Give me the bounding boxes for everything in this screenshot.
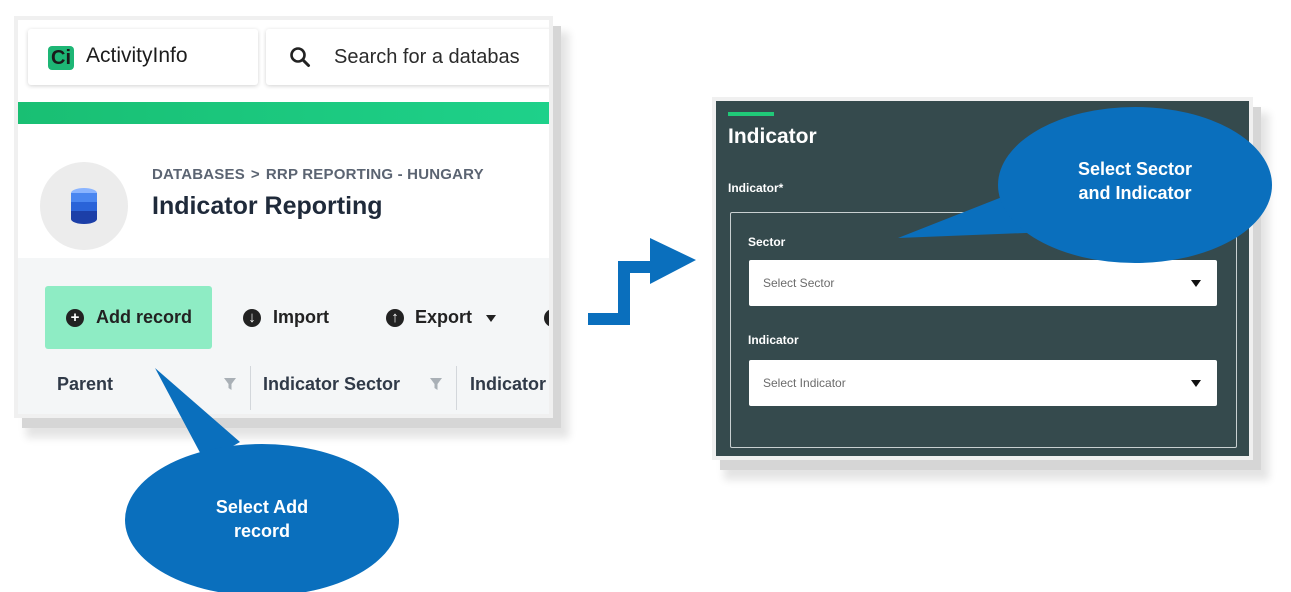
export-icon: ↑ [386, 309, 404, 327]
section-accent [728, 112, 774, 116]
sector-callout: Select Sector and Indicator [1045, 157, 1225, 205]
indicator-select-placeholder: Select Indicator [763, 376, 846, 390]
header-divider [18, 102, 549, 124]
plus-circle-icon: + [66, 309, 84, 327]
breadcrumb-database[interactable]: RRP REPORTING - HUNGARY [266, 166, 484, 183]
column-header-parent[interactable]: Parent [57, 374, 113, 395]
breadcrumb-separator: > [250, 166, 260, 183]
top-bar: Ci ActivityInfo Search for a databas [18, 20, 549, 102]
import-icon: ↓ [243, 309, 261, 327]
import-label: Import [273, 307, 329, 327]
filter-icon[interactable] [224, 378, 236, 390]
sector-select-placeholder: Select Sector [763, 276, 835, 290]
database-icon [71, 188, 97, 224]
page-title: Indicator Reporting [152, 192, 383, 220]
indicator-field-label: Indicator* [728, 181, 784, 195]
callout-line: record [233, 521, 291, 541]
dropdown-caret-icon [1191, 280, 1201, 287]
grid-header: Parent Indicator Sector Indicator [18, 358, 549, 414]
database-avatar [40, 162, 128, 250]
dropdown-caret-icon [1191, 380, 1201, 387]
breadcrumb-databases[interactable]: DATABASES [152, 166, 245, 183]
app-name: ActivityInfo [86, 44, 188, 67]
add-record-button[interactable]: + Add record [45, 286, 212, 349]
indicator-label: Indicator [748, 333, 799, 347]
search-input[interactable]: Search for a databas [266, 29, 549, 85]
sector-select[interactable]: Select Sector [749, 260, 1217, 306]
toolbar: + Add record ↓ Import ↑ Export Parent In… [18, 258, 549, 414]
indicator-field-group: Sector Select Sector Indicator Select In… [730, 212, 1237, 448]
column-header-indicator[interactable]: Indicator [470, 374, 546, 395]
column-header-indicator-sector[interactable]: Indicator Sector [263, 374, 400, 395]
indicator-form-panel: Indicator Indicator* Sector Select Secto… [716, 101, 1249, 456]
breadcrumb: DATABASES > RRP REPORTING - HUNGARY [152, 166, 484, 183]
form-section-title: Indicator [728, 125, 817, 148]
activityinfo-screenshot: Ci ActivityInfo Search for a databas DAT… [18, 20, 549, 414]
page-header: DATABASES > RRP REPORTING - HUNGARY Indica… [18, 124, 549, 258]
flow-arrow-icon [588, 238, 696, 325]
chevron-down-icon [486, 315, 496, 322]
search-icon [290, 47, 310, 67]
filter-icon[interactable] [430, 378, 442, 390]
callout-line: Select Sector [1077, 159, 1193, 179]
sector-label: Sector [748, 235, 786, 249]
export-label: Export [415, 307, 473, 327]
app-logo[interactable]: Ci ActivityInfo [28, 29, 258, 85]
add-record-label: Add record [96, 307, 193, 327]
column-divider[interactable] [250, 366, 251, 410]
callout-line: and Indicator [1078, 183, 1192, 203]
indicator-select[interactable]: Select Indicator [749, 360, 1217, 406]
search-placeholder: Search for a databas [334, 46, 520, 68]
column-divider[interactable] [456, 366, 457, 410]
callout-line: Select Add [215, 497, 309, 517]
activityinfo-logo-icon: Ci [48, 46, 74, 70]
more-icon[interactable] [544, 309, 549, 327]
add-record-callout: Select Add record [172, 495, 352, 543]
